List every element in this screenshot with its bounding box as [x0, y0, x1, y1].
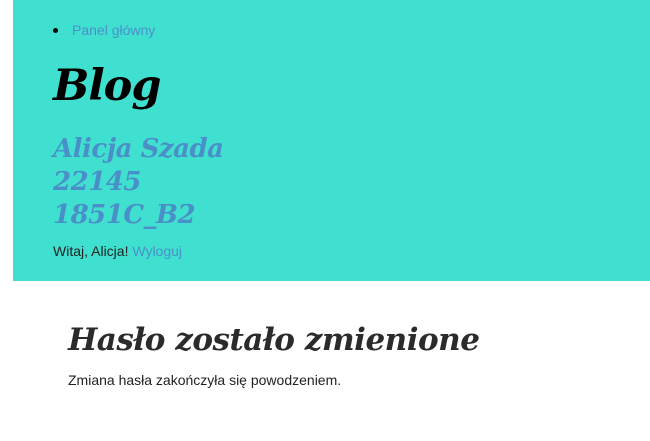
dashboard-link[interactable]: Panel główny [72, 22, 155, 38]
welcome-text: Witaj, Alicja! [53, 243, 129, 259]
site-header: Panel główny Blog Alicja Szada 22145 185… [13, 0, 650, 281]
logout-link[interactable]: Wyloguj [132, 243, 182, 259]
success-message: Zmiana hasła zakończyła się powodzeniem. [68, 372, 342, 388]
user-info: Alicja Szada 22145 1851C_B2 [53, 133, 224, 232]
user-group: 1851C_B2 [53, 200, 196, 230]
welcome-bar: Witaj, Alicja! Wyloguj [53, 243, 182, 259]
main-content: Hasło zostało zmienione Zmiana hasła zak… [68, 318, 628, 388]
main-navigation: Panel główny [53, 22, 155, 38]
user-id: 22145 [53, 167, 141, 197]
blog-title: Blog [53, 61, 161, 111]
nav-item-dashboard: Panel główny [53, 22, 155, 38]
user-name: Alicja Szada [53, 134, 224, 164]
page-title: Hasło zostało zmienione [68, 322, 480, 358]
page: Panel główny Blog Alicja Szada 22145 185… [0, 0, 650, 441]
